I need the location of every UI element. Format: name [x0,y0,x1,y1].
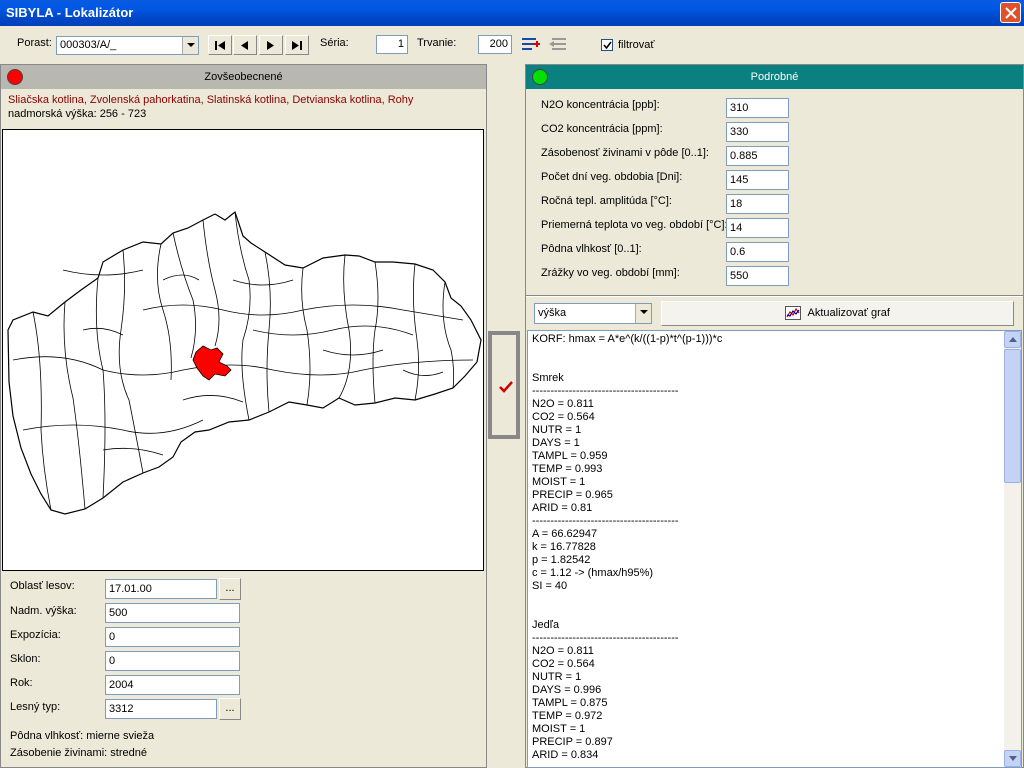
porast-dropdown-button[interactable] [182,37,198,54]
first-icon [215,41,225,50]
vyska-label: Nadm. výška: [10,605,77,617]
detailed-panel: Podrobné N2O koncentrácia [ppb]: 310 CO2… [525,64,1024,768]
detailed-title: Podrobné [750,71,799,83]
previous-icon [241,41,248,50]
remove-series-icon [549,38,566,50]
param-label: Pôdna vlhkosť [0..1]: [541,243,642,255]
chevron-down-icon [1009,756,1017,761]
lesny-typ-field[interactable]: 3312 [105,699,217,719]
expozicia-label: Expozícia: [10,629,61,641]
porast-combo[interactable]: 000303/A/_ [56,36,199,55]
param-nutrients-field[interactable]: 0.885 [726,146,789,166]
results-text: KORF: hmax = A*e^(k/((1-p)*t^(p-1)))*c S… [532,333,723,761]
region-info: Sliačska kotlina, Zvolenská pahorkatina,… [2,90,485,130]
remove-series-button[interactable] [547,35,569,55]
checkmark-icon [603,41,612,50]
first-record-button[interactable] [208,35,232,55]
param-label: Zrážky vo veg. období [mm]: [541,267,680,279]
graph-variable-value: výška [538,307,567,319]
results-textbox[interactable]: KORF: hmax = A*e^(k/((1-p)*t^(p-1)))*c S… [527,330,1022,768]
param-temperature-field[interactable]: 14 [726,218,789,238]
add-series-button[interactable] [520,35,542,55]
last-icon [292,41,302,50]
param-co2-field[interactable]: 330 [726,122,789,142]
add-series-icon [522,38,540,50]
chevron-down-icon [187,43,195,47]
apply-button[interactable] [488,331,520,439]
close-icon [1005,7,1017,19]
generalized-panel: Zovšeobecnené Sliačska kotlina, Zvolensk… [0,64,487,768]
update-graph-label: Aktualizovať graf [807,307,890,319]
last-record-button[interactable] [285,35,309,55]
rok-label: Rok: [10,677,33,689]
status-green-icon [532,69,548,85]
oblast-field[interactable]: 17.01.00 [105,579,217,599]
trvanie-input[interactable]: 200 [478,35,512,54]
param-label: CO2 koncentrácia [ppm]: [541,123,663,135]
soil-moisture-text: Pôdna vlhkosť: mierne svieža [10,730,155,742]
chevron-down-icon [640,310,648,314]
detailed-header: Podrobné [526,65,1023,89]
map-canvas[interactable] [3,130,483,570]
param-precipitation-field[interactable]: 550 [726,266,789,286]
sklon-label: Sklon: [10,653,41,665]
scroll-up-button[interactable] [1004,331,1021,348]
sklon-field[interactable]: 0 [105,651,240,671]
seria-input[interactable]: 1 [376,35,408,54]
graph-variable-select[interactable]: výška [534,303,652,324]
param-moisture-field[interactable]: 0.6 [726,242,789,262]
param-label: Ročná tepl. amplitúda [°C]: [541,195,672,207]
region-list: Sliačska kotlina, Zvolenská pahorkatina,… [8,94,414,106]
generalized-title: Zovšeobecnené [204,71,283,83]
nutrient-supply-text: Zásobenie živinami: stredné [10,747,147,759]
rok-field[interactable]: 2004 [105,675,240,695]
red-checkmark-icon [499,381,513,393]
param-label: Zásobenosť živinami v pôde [0..1]: [541,147,709,159]
filtrovat-checkbox[interactable] [601,39,613,51]
filtrovat-label: filtrovať [618,39,655,51]
slovakia-map[interactable] [2,129,484,571]
param-label: N2O koncentrácia [ppb]: [541,99,660,111]
close-button[interactable] [1000,2,1021,23]
update-graph-button[interactable]: Aktualizovať graf [661,301,1014,326]
porast-value: 000303/A/_ [60,39,117,51]
vyska-field[interactable]: 500 [105,603,240,623]
results-scrollbar[interactable] [1004,331,1021,767]
next-icon [267,41,274,50]
param-days-field[interactable]: 145 [726,170,789,190]
chart-icon [785,306,802,321]
porast-label: Porast: [17,37,52,49]
altitude-range: nadmorská výška: 256 - 723 [8,108,147,120]
oblast-browse-button[interactable]: ... [219,578,241,600]
divider [526,295,1023,297]
scroll-down-button[interactable] [1004,750,1021,767]
toolbar: Porast: 000303/A/_ Séria: 1 Trvanie: 200 [0,26,1024,62]
title-bar: SIBYLA - Lokalizátor [0,0,1024,26]
expozicia-field[interactable]: 0 [105,627,240,647]
previous-record-button[interactable] [233,35,257,55]
scroll-thumb[interactable] [1004,349,1021,483]
chevron-up-icon [1009,337,1017,342]
param-amplitude-field[interactable]: 18 [726,194,789,214]
graph-variable-dropdown-button[interactable] [635,304,651,323]
generalized-header: Zovšeobecnené [1,65,486,89]
seria-label: Séria: [320,37,349,49]
param-label: Počet dní veg. obdobia [Dni]: [541,171,683,183]
next-record-button[interactable] [259,35,283,55]
param-label: Priemerná teplota vo veg. období [°C]: [541,219,728,231]
middle-bar [487,64,523,768]
trvanie-label: Trvanie: [417,37,457,49]
param-n2o-field[interactable]: 310 [726,98,789,118]
lesny-typ-browse-button[interactable]: ... [219,698,241,720]
oblast-label: Oblasť lesov: [10,580,75,592]
lesny-typ-label: Lesný typ: [10,701,61,713]
window-title: SIBYLA - Lokalizátor [6,5,134,20]
status-red-icon [7,69,23,85]
